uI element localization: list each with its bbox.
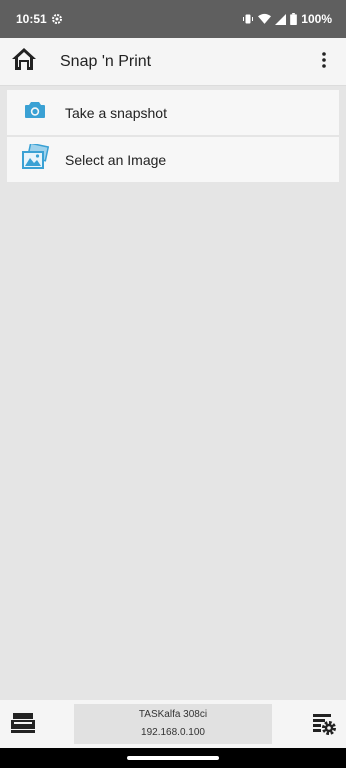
- select-image-item[interactable]: Select an Image: [7, 137, 339, 182]
- selected-printer-panel[interactable]: TASKalfa 308ci 192.168.0.100: [74, 704, 272, 744]
- printer-settings-button[interactable]: [312, 712, 336, 736]
- take-snapshot-item[interactable]: Take a snapshot: [7, 90, 339, 135]
- camera-icon: [24, 101, 46, 124]
- system-nav-bar: [0, 748, 346, 768]
- battery-icon: [290, 13, 298, 25]
- vibrate-icon: [242, 13, 254, 25]
- printer-model: TASKalfa 308ci: [138, 709, 208, 720]
- battery-percent: 100%: [301, 12, 332, 26]
- signal-icon: [275, 13, 287, 25]
- printer-ip: 192.168.0.100: [141, 727, 205, 738]
- app-bar: Snap 'n Print: [0, 38, 346, 86]
- gesture-handle[interactable]: [127, 756, 219, 760]
- status-bar: 10:51 100%: [0, 0, 346, 38]
- home-button[interactable]: [0, 38, 48, 86]
- wifi-icon: [258, 13, 272, 25]
- image-gallery-icon: [21, 142, 50, 175]
- printer-button[interactable]: [10, 712, 38, 736]
- menu-item-label: Take a snapshot: [65, 104, 167, 121]
- printer-icon: [10, 713, 36, 738]
- menu-list: Take a snapshot Select an Image: [7, 90, 339, 184]
- bottom-bar: TASKalfa 308ci 192.168.0.100: [0, 700, 346, 748]
- more-vert-icon: [322, 51, 326, 73]
- home-icon: [11, 47, 37, 76]
- printer-settings-icon: [312, 714, 336, 740]
- settings-gear-icon: [51, 13, 63, 25]
- status-time: 10:51: [16, 12, 47, 26]
- app-title: Snap 'n Print: [60, 52, 152, 70]
- menu-item-label: Select an Image: [65, 151, 167, 168]
- overflow-menu-button[interactable]: [312, 50, 336, 74]
